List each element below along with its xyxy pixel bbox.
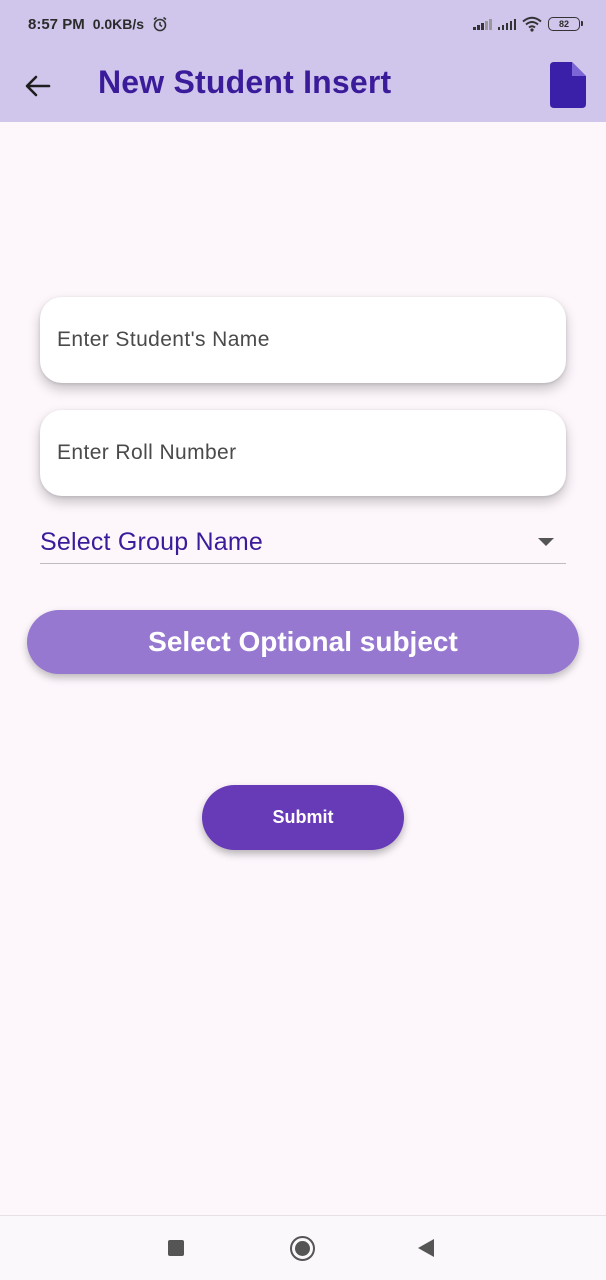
network-speed: 0.0KB/s (92, 16, 145, 32)
home-circle-icon[interactable] (290, 1236, 315, 1261)
document-button[interactable] (550, 62, 586, 108)
signal-icon (473, 18, 492, 30)
battery-icon: 82 (548, 17, 583, 31)
group-name-dropdown[interactable]: Select Group Name (40, 522, 566, 564)
submit-button[interactable]: Submit (202, 785, 404, 850)
battery-level: 82 (558, 19, 569, 29)
app-bar: New Student Insert (0, 48, 606, 122)
caret-down-icon (538, 538, 554, 546)
signal-icon-2 (497, 18, 516, 30)
wifi-icon (522, 16, 542, 32)
status-bar: 8:57 PM 0.0KB/s 82 (0, 0, 606, 48)
status-left: 8:57 PM 0.0KB/s (28, 16, 168, 33)
page-title: New Student Insert (98, 64, 392, 100)
arrow-left-icon (25, 75, 51, 97)
alarm-icon (153, 16, 167, 32)
back-button[interactable] (20, 68, 56, 104)
back-triangle-icon[interactable] (418, 1239, 434, 1257)
select-optional-subject-button[interactable]: Select Optional subject (27, 610, 579, 674)
student-name-input[interactable] (57, 328, 566, 352)
recents-square-icon[interactable] (168, 1240, 184, 1256)
status-right: 82 (473, 16, 583, 32)
roll-number-input[interactable] (57, 441, 566, 465)
status-time: 8:57 PM (28, 15, 85, 33)
screen: 8:57 PM 0.0KB/s 82 New Student Insert En… (0, 0, 606, 1280)
system-nav-bar (0, 1215, 606, 1280)
group-name-dropdown-label: Select Group Name (40, 528, 263, 556)
document-icon (550, 62, 586, 108)
student-name-field[interactable] (40, 297, 566, 383)
roll-number-field[interactable] (40, 410, 566, 496)
